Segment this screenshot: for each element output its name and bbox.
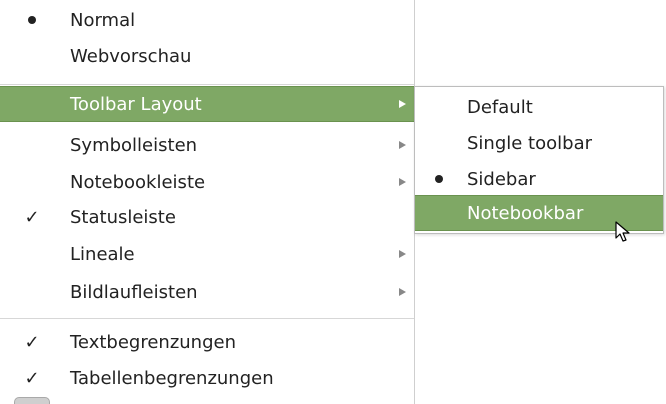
mouse-pointer-icon	[615, 221, 630, 242]
submenu-arrow-icon	[398, 236, 408, 272]
menu-item-label: Notebookleiste	[70, 171, 206, 193]
menu-item-label: Textbegrenzungen	[70, 331, 236, 353]
menu-item-normal[interactable]: Normal	[0, 2, 414, 38]
submenu-arrow-icon	[398, 274, 408, 310]
menu-item-notebookleiste[interactable]: Notebookleiste	[0, 164, 414, 200]
menu-item-label: Tabellenbegrenzungen	[70, 367, 274, 389]
submenu-arrow-icon	[398, 86, 408, 122]
menu-item-label: Normal	[70, 9, 136, 31]
menu-item-bildlaufleisten[interactable]: Bildlaufleisten	[0, 274, 414, 310]
submenu-item-label: Single toolbar	[467, 132, 592, 154]
menu-item-webvorschau[interactable]: Webvorschau	[0, 38, 414, 74]
checkmark-icon: ✓	[24, 206, 40, 228]
submenu-item-sidebar[interactable]: Sidebar	[415, 161, 663, 197]
view-menu-screen: Normal Webvorschau Toolbar Layout Symbol…	[0, 0, 666, 404]
submenu-item-single-toolbar[interactable]: Single toolbar	[415, 125, 663, 161]
checkmark-icon: ✓	[24, 331, 40, 353]
menu-item-label: Webvorschau	[70, 45, 192, 67]
submenu-item-label: Default	[467, 96, 533, 118]
submenu-arrow-icon	[398, 164, 408, 200]
partial-toggle-icon	[14, 397, 50, 404]
submenu-item-label: Notebookbar	[467, 202, 584, 224]
menu-item-tabellenbegrenzungen[interactable]: ✓ Tabellenbegrenzungen	[0, 360, 414, 396]
submenu-item-default[interactable]: Default	[415, 89, 663, 125]
menu-item-label: Lineale	[70, 243, 135, 265]
radio-selected-icon	[427, 161, 451, 197]
menu-separator	[0, 84, 414, 85]
menu-item-label: Symbolleisten	[70, 134, 198, 156]
submenu-arrow-icon	[398, 127, 408, 163]
view-menu: Normal Webvorschau Toolbar Layout Symbol…	[0, 0, 415, 404]
submenu-item-label: Sidebar	[467, 168, 536, 190]
menu-item-toolbar-layout[interactable]: Toolbar Layout	[0, 86, 414, 122]
toolbar-layout-submenu: Default Single toolbar Sidebar Notebookb…	[414, 86, 664, 234]
menu-item-symbolleisten[interactable]: Symbolleisten	[0, 127, 414, 163]
menu-separator	[0, 318, 414, 319]
menu-item-statusleiste[interactable]: ✓ Statusleiste	[0, 199, 414, 235]
menu-item-label: Toolbar Layout	[70, 93, 202, 115]
menu-item-textbegrenzungen[interactable]: ✓ Textbegrenzungen	[0, 324, 414, 360]
menu-item-label: Bildlaufleisten	[70, 281, 198, 303]
menu-item-lineale[interactable]: Lineale	[0, 236, 414, 272]
radio-selected-icon	[20, 2, 44, 38]
menu-item-label: Statusleiste	[70, 206, 176, 228]
checkmark-icon: ✓	[24, 367, 40, 389]
